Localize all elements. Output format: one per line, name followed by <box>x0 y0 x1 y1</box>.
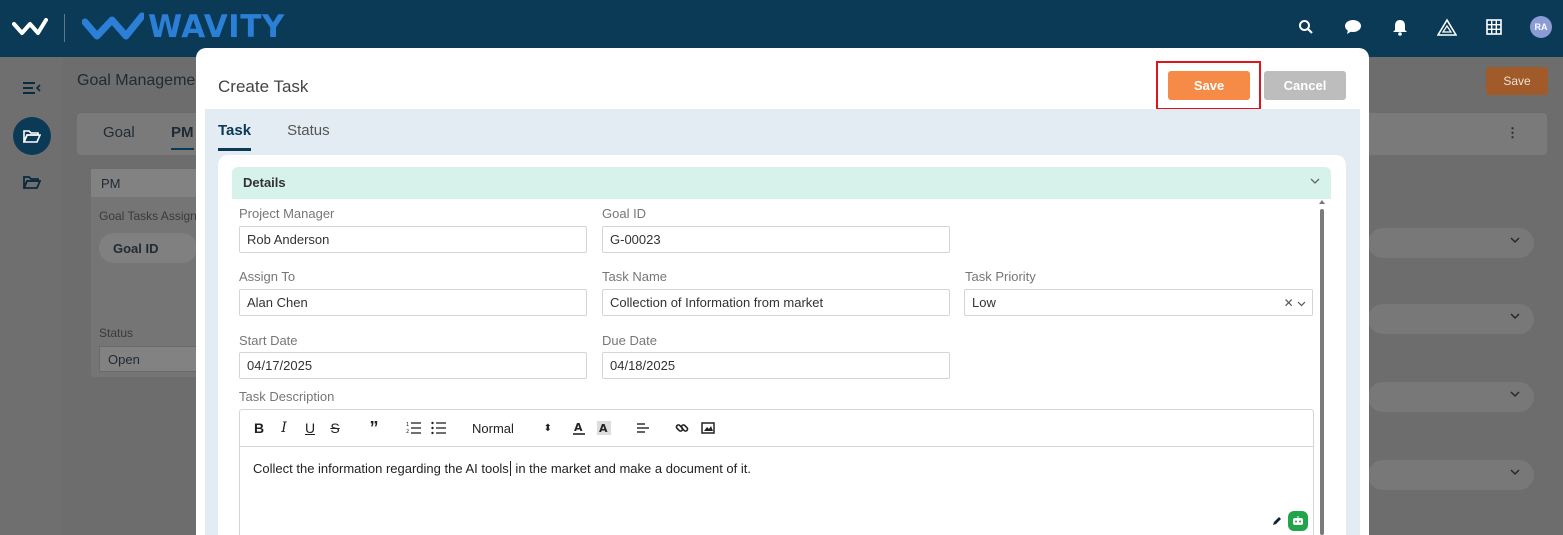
chevron-down-icon <box>1310 178 1320 184</box>
task-name-field[interactable]: Collection of Information from market <box>602 289 950 316</box>
section-title: Details <box>243 175 286 190</box>
task-priority-value: Low <box>972 295 996 310</box>
chevron-down-icon <box>1510 237 1520 244</box>
goal-tasks-assign-label: Goal Tasks Assign <box>99 209 197 223</box>
task-description-label: Task Description <box>239 389 335 404</box>
image-icon[interactable] <box>700 419 716 437</box>
task-name-label: Task Name <box>602 269 668 284</box>
editor-toolbar: B I U S ” 12 Normal ⬍ A A <box>240 410 1313 447</box>
heading-select-value: Normal <box>472 420 514 436</box>
background-collapsed-section <box>1368 382 1534 412</box>
due-date-label: Due Date <box>602 333 657 348</box>
tab-goal: Goal <box>103 124 135 141</box>
details-scrollbar[interactable] <box>1319 199 1325 535</box>
select-controls: ✕ <box>1284 296 1306 310</box>
panel-header: PM <box>91 169 201 197</box>
nav-folder-active[interactable] <box>0 117 63 155</box>
project-manager-field[interactable]: Rob Anderson <box>239 226 587 253</box>
strikethrough-icon[interactable]: S <box>328 419 342 437</box>
folder-open-icon <box>12 117 51 155</box>
ordered-list-icon[interactable]: 12 <box>405 419 423 437</box>
tab-task[interactable]: Task <box>218 122 252 151</box>
search-icon[interactable] <box>1294 15 1318 39</box>
folder-icon[interactable] <box>0 175 63 190</box>
bullet-list-icon[interactable] <box>430 419 448 437</box>
user-avatar[interactable]: RA <box>1529 15 1553 39</box>
pen-icon[interactable] <box>1269 513 1285 529</box>
goal-id-field[interactable]: G-00023 <box>602 226 950 253</box>
ai-assist-badges <box>1269 511 1308 531</box>
details-card: Details Project Manager Rob Anderson Goa… <box>218 155 1346 535</box>
assign-to-field[interactable]: Alan Chen <box>239 289 587 316</box>
svg-text:2: 2 <box>406 429 409 435</box>
align-icon[interactable] <box>635 419 651 437</box>
background-color-icon[interactable]: A <box>596 419 612 437</box>
task-priority-label: Task Priority <box>965 269 1036 284</box>
start-date-label: Start Date <box>239 333 298 348</box>
chevron-down-icon <box>1510 391 1520 398</box>
create-task-modal: Create Task Save Cancel Task Status Deta… <box>196 48 1369 535</box>
save-button[interactable]: Save <box>1168 71 1250 100</box>
project-manager-label: Project Manager <box>239 206 335 221</box>
assign-to-label: Assign To <box>239 269 296 284</box>
top-icons: RA <box>1271 15 1553 39</box>
background-collapsed-section <box>1368 304 1534 334</box>
more-options-icon: ⋮ <box>1506 125 1519 140</box>
background-collapsed-section <box>1368 460 1534 490</box>
text-color-icon[interactable]: A <box>571 419 587 437</box>
background-save-button: Save <box>1486 67 1548 95</box>
topbar-divider <box>64 14 65 42</box>
status-label: Status <box>99 326 134 340</box>
chat-icon[interactable] <box>1341 15 1365 39</box>
left-rail <box>0 57 63 535</box>
menu-collapse-icon[interactable] <box>0 81 63 95</box>
svg-text:A: A <box>574 421 583 434</box>
page-breadcrumb: Goal Managemen <box>77 72 205 89</box>
due-date-field[interactable]: 04/18/2025 <box>602 352 950 379</box>
bell-icon[interactable] <box>1388 15 1412 39</box>
chevron-down-icon <box>1510 313 1520 320</box>
details-section-header[interactable]: Details <box>232 167 1331 199</box>
bold-icon[interactable]: B <box>252 419 266 437</box>
modal-tabs: Task Status <box>218 122 366 151</box>
brand-name: WAVITY <box>148 9 285 45</box>
ai-bot-icon[interactable] <box>1288 511 1308 531</box>
heading-select[interactable]: Normal ⬍ <box>472 419 552 437</box>
grid-icon[interactable] <box>1482 15 1506 39</box>
warning-icon[interactable] <box>1435 15 1459 39</box>
background-collapsed-section <box>1368 228 1534 258</box>
chevron-down-icon <box>1297 301 1306 307</box>
editor-text-after-cursor: in the market and make a document of it. <box>511 461 751 476</box>
editor-text[interactable]: Collect the information regarding the AI… <box>253 461 751 476</box>
blockquote-icon[interactable]: ” <box>366 418 382 438</box>
editor-text-before-cursor: Collect the information regarding the AI… <box>253 461 509 476</box>
background-pm-panel: PM Goal Tasks Assign Goal ID Status Open <box>91 169 201 377</box>
text-cursor <box>509 461 511 476</box>
tab-pm: PM <box>171 124 194 150</box>
modal-content: Task Status Details Project Manager Rob … <box>205 109 1360 535</box>
wavity-mark-icon[interactable] <box>12 17 48 40</box>
avatar-initials: RA <box>1530 16 1552 38</box>
link-icon[interactable] <box>674 419 690 437</box>
select-arrows-icon: ⬍ <box>543 422 552 434</box>
wavity-logo[interactable]: WAVITY <box>82 9 285 45</box>
chevron-down-icon <box>1510 469 1520 476</box>
svg-text:1: 1 <box>406 422 409 428</box>
cancel-button[interactable]: Cancel <box>1264 71 1346 100</box>
italic-icon[interactable]: I <box>277 419 291 437</box>
scroll-up-arrow[interactable] <box>1319 200 1325 204</box>
svg-text:A: A <box>599 422 608 435</box>
clear-icon[interactable]: ✕ <box>1284 296 1294 310</box>
scrollbar-thumb[interactable] <box>1320 209 1324 535</box>
task-description-editor[interactable]: B I U S ” 12 Normal ⬍ A A Collect the in… <box>239 409 1314 535</box>
start-date-field[interactable]: 04/17/2025 <box>239 352 587 379</box>
task-priority-select[interactable]: Low ✕ <box>964 289 1313 316</box>
modal-title: Create Task <box>218 77 309 96</box>
tab-status[interactable]: Status <box>287 122 330 151</box>
goal-id-pill: Goal ID <box>99 233 197 263</box>
goal-id-label: Goal ID <box>602 206 647 221</box>
underline-icon[interactable]: U <box>303 419 317 437</box>
status-value: Open <box>99 346 197 372</box>
